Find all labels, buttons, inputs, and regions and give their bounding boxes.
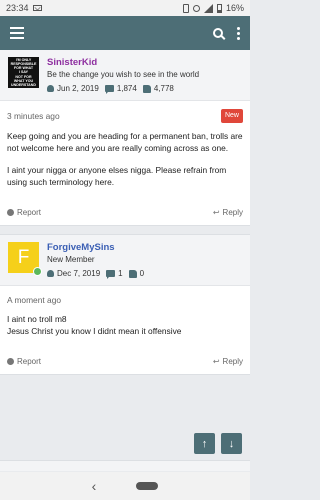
next-post-peek: [0, 460, 250, 471]
reaction-icon: [142, 84, 151, 93]
post-1: I'M ONLY RESPONSIBLE FOR WHAT I SAY NOT …: [0, 50, 250, 226]
reply-button[interactable]: ↩ Reply: [213, 357, 243, 366]
report-button[interactable]: Report: [7, 357, 41, 366]
user-title: New Member: [47, 255, 95, 264]
join-date: Jun 2, 2019: [57, 84, 99, 93]
post-author-header: I'M ONLY RESPONSIBLE FOR WHAT I SAY NOT …: [0, 50, 250, 101]
status-time: 23:34: [6, 3, 29, 13]
scroll-down-button[interactable]: ↓: [221, 433, 242, 454]
status-bar: 23:34 16%: [0, 0, 250, 16]
post-author-header: F ForgiveMySins New Member Dec 7, 2019 1…: [0, 235, 250, 286]
join-date-icon: [47, 270, 54, 277]
user-title: Be the change you wish to see in the wor…: [47, 70, 200, 79]
join-date: Dec 7, 2019: [57, 269, 101, 278]
scroll-up-button[interactable]: ↑: [194, 433, 215, 454]
online-status-icon: [33, 267, 42, 276]
user-stats: Jun 2, 2019 1,874 4,778: [47, 84, 242, 94]
scroll-nav: ↑ ↓: [194, 433, 242, 454]
post-body: 3 minutes ago New Keep going and you are…: [0, 101, 250, 204]
username-link[interactable]: ForgiveMySins: [47, 242, 242, 253]
post-body: A moment ago I aint no troll m8 Jesus Ch…: [0, 286, 250, 353]
reply-icon: ↩: [212, 208, 220, 217]
post-paragraph: I aint no troll m8 Jesus Christ you know…: [7, 314, 182, 336]
user-stats: Dec 7, 2019 1 0: [47, 269, 242, 279]
report-button[interactable]: Report: [7, 208, 41, 217]
post-actions: Report ↩ Reply: [0, 353, 250, 374]
new-badge: New: [220, 109, 243, 123]
menu-icon[interactable]: [10, 27, 24, 39]
username-link[interactable]: SinisterKid: [47, 57, 242, 68]
post-2: F ForgiveMySins New Member Dec 7, 2019 1…: [0, 234, 250, 375]
reaction-score: 4,778: [153, 84, 174, 93]
post-paragraph: Keep going and you are heading for a per…: [7, 131, 243, 153]
reply-icon: ↩: [212, 357, 220, 366]
post-time[interactable]: 3 minutes ago: [7, 110, 60, 122]
post-time[interactable]: A moment ago: [7, 294, 61, 306]
join-date-icon: [47, 85, 54, 92]
report-icon: [7, 209, 14, 216]
reaction-icon: [128, 269, 137, 278]
post-paragraph: I aint your nigga or anyone elses nigga.…: [7, 165, 227, 187]
signal-icon: [203, 3, 213, 13]
avatar[interactable]: I'M ONLY RESPONSIBLE FOR WHAT I SAY NOT …: [8, 57, 39, 88]
system-nav-bar: ‹: [0, 472, 250, 500]
app-header: [0, 16, 250, 50]
report-icon: [7, 358, 14, 365]
battery-icon: [216, 3, 222, 13]
battery-level: 16%: [225, 3, 244, 13]
back-icon[interactable]: ‹: [92, 478, 97, 494]
message-count: 1: [118, 269, 123, 278]
search-icon[interactable]: [213, 28, 223, 38]
messages-icon: [104, 85, 114, 94]
reply-button[interactable]: ↩ Reply: [213, 208, 243, 217]
reaction-score: 0: [139, 269, 145, 278]
alarm-icon: [192, 4, 200, 12]
messages-icon: [106, 270, 116, 279]
avatar[interactable]: F: [8, 242, 42, 276]
home-icon[interactable]: [136, 482, 159, 490]
post-actions: Report ↩ Reply: [0, 204, 250, 225]
vibrate-icon: [182, 3, 189, 13]
more-options-icon[interactable]: [237, 26, 240, 40]
mail-notification-icon: [32, 5, 42, 11]
message-count: 1,874: [116, 84, 137, 93]
